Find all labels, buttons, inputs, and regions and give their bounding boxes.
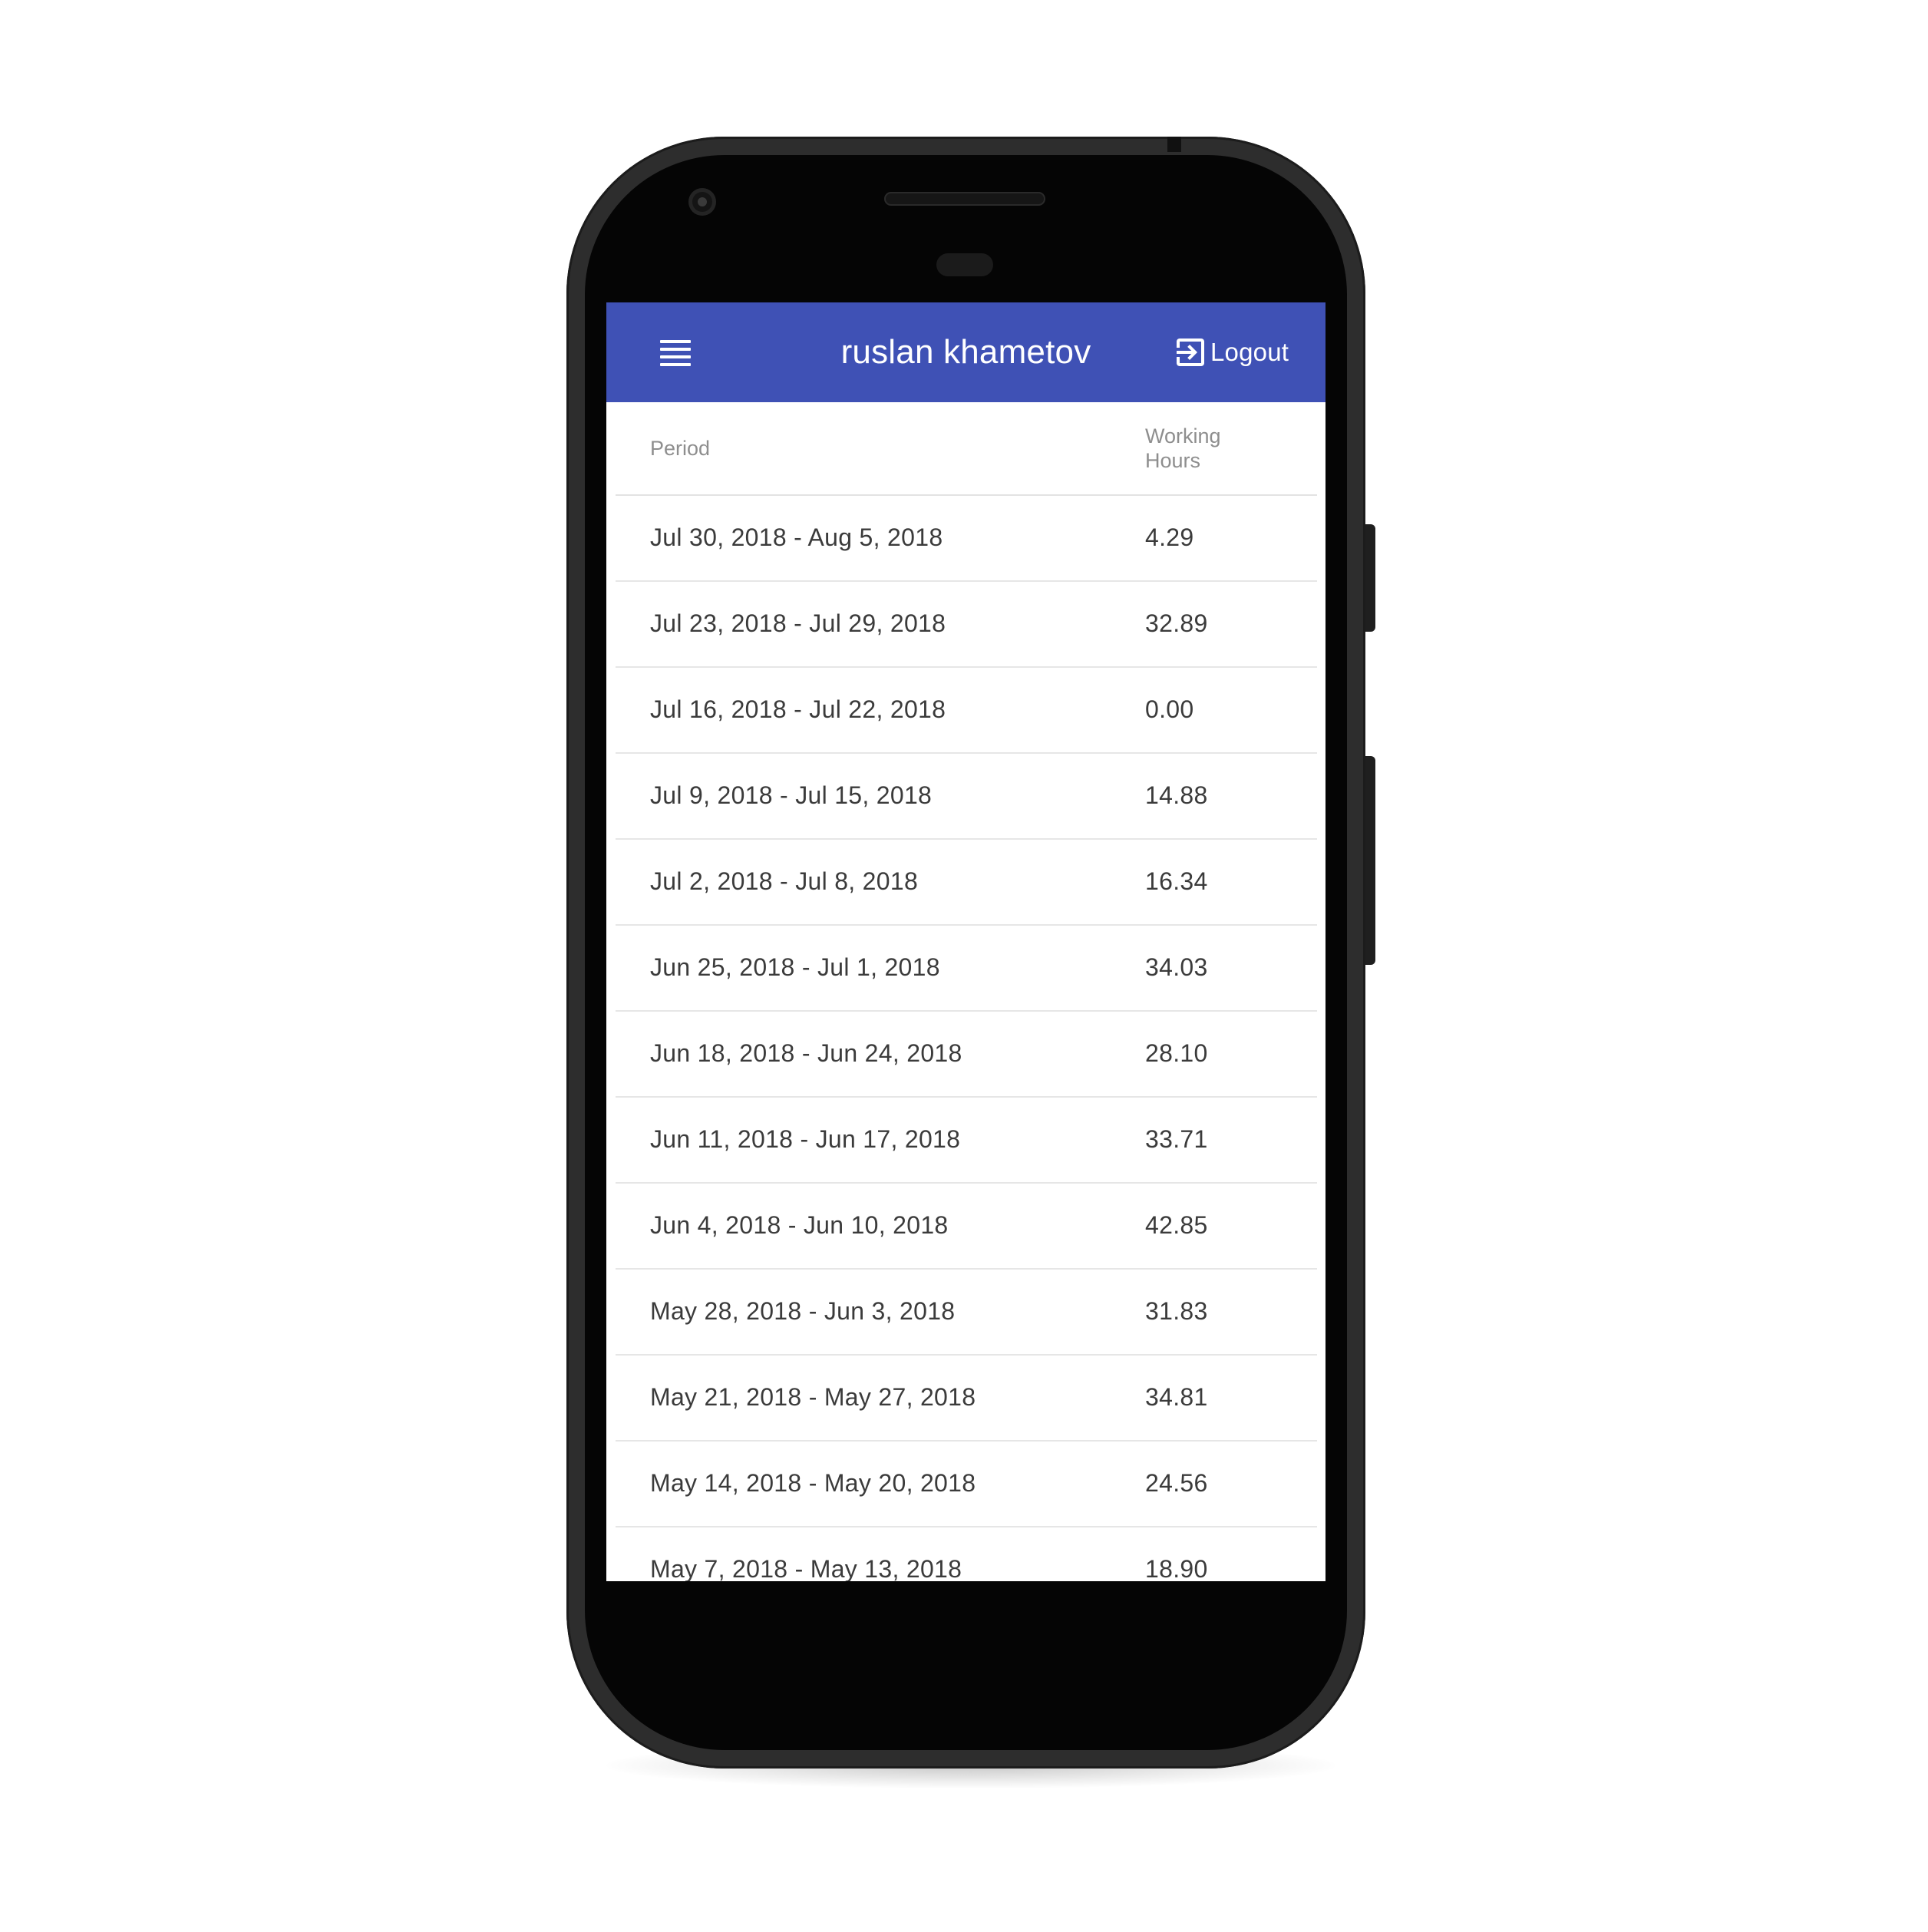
period-cell: Jun 4, 2018 - Jun 10, 2018 [650, 1211, 949, 1239]
page-title: ruslan khametov [840, 333, 1091, 371]
column-header-working-hours-line2: Hours [1145, 449, 1201, 472]
period-cell: Jul 30, 2018 - Aug 5, 2018 [650, 523, 943, 551]
hours-cell: 28.10 [1145, 1039, 1208, 1067]
period-cell: Jul 9, 2018 - Jul 15, 2018 [650, 781, 933, 809]
period-cell: Jun 25, 2018 - Jul 1, 2018 [650, 953, 940, 981]
hours-cell: 24.56 [1145, 1469, 1208, 1497]
period-cell: May 14, 2018 - May 20, 2018 [650, 1469, 976, 1497]
table-row[interactable]: Jul 9, 2018 - Jul 15, 2018 14.88 [616, 754, 1317, 840]
table-row[interactable]: May 21, 2018 - May 27, 2018 34.81 [616, 1356, 1317, 1442]
period-cell: Jul 16, 2018 - Jul 22, 2018 [650, 695, 946, 723]
hours-cell: 4.29 [1145, 523, 1194, 551]
front-camera-icon [688, 188, 716, 216]
table-row[interactable]: Jun 25, 2018 - Jul 1, 2018 34.03 [616, 926, 1317, 1012]
hours-cell: 33.71 [1145, 1125, 1208, 1153]
table-row[interactable]: May 7, 2018 - May 13, 2018 18.90 [616, 1527, 1317, 1581]
period-cell: May 21, 2018 - May 27, 2018 [650, 1383, 976, 1411]
working-hours-table: Period Working Hours Jul 30, 2018 - Aug … [616, 402, 1317, 1581]
period-cell: Jun 11, 2018 - Jun 17, 2018 [650, 1125, 961, 1153]
phone-screen: ruslan khametov Logout Period Working Ho… [606, 302, 1326, 1581]
hours-cell: 34.81 [1145, 1383, 1208, 1411]
period-cell: Jul 2, 2018 - Jul 8, 2018 [650, 867, 919, 895]
table-row[interactable]: May 28, 2018 - Jun 3, 2018 31.83 [616, 1270, 1317, 1356]
phone-antenna-line [1167, 137, 1181, 152]
hours-cell: 0.00 [1145, 695, 1194, 723]
hours-cell: 42.85 [1145, 1211, 1208, 1239]
period-cell: Jun 18, 2018 - Jun 24, 2018 [650, 1039, 962, 1067]
app-bar: ruslan khametov Logout [606, 302, 1326, 402]
table-row[interactable]: Jul 16, 2018 - Jul 22, 2018 0.00 [616, 668, 1317, 754]
period-cell: May 28, 2018 - Jun 3, 2018 [650, 1297, 956, 1325]
period-cell: May 7, 2018 - May 13, 2018 [650, 1555, 962, 1581]
proximity-sensor [936, 253, 993, 276]
logout-button[interactable]: Logout [1172, 331, 1289, 374]
hours-cell: 18.90 [1145, 1555, 1208, 1581]
table-row[interactable]: Jul 30, 2018 - Aug 5, 2018 4.29 [616, 496, 1317, 582]
table-row[interactable]: Jun 4, 2018 - Jun 10, 2018 42.85 [616, 1184, 1317, 1270]
logout-label: Logout [1210, 338, 1289, 366]
table-row[interactable]: Jun 11, 2018 - Jun 17, 2018 33.71 [616, 1098, 1317, 1184]
power-button [1365, 524, 1375, 632]
table-row[interactable]: Jun 18, 2018 - Jun 24, 2018 28.10 [616, 1012, 1317, 1098]
hours-cell: 16.34 [1145, 867, 1208, 895]
table-row[interactable]: Jul 23, 2018 - Jul 29, 2018 32.89 [616, 582, 1317, 668]
hours-cell: 14.88 [1145, 781, 1208, 809]
column-header-working-hours[interactable]: Working Hours [1145, 424, 1253, 473]
hamburger-menu-icon[interactable] [660, 339, 694, 366]
volume-button [1365, 756, 1375, 965]
period-cell: Jul 23, 2018 - Jul 29, 2018 [650, 609, 946, 637]
hours-cell: 31.83 [1145, 1297, 1208, 1325]
exit-to-app-icon [1177, 339, 1204, 366]
column-header-period[interactable]: Period [650, 437, 710, 461]
table-row[interactable]: Jul 2, 2018 - Jul 8, 2018 16.34 [616, 840, 1317, 926]
table-row[interactable]: May 14, 2018 - May 20, 2018 24.56 [616, 1442, 1317, 1527]
earpiece-speaker [884, 192, 1045, 206]
hours-cell: 34.03 [1145, 953, 1208, 981]
hours-cell: 32.89 [1145, 609, 1208, 637]
table-header: Period Working Hours [616, 402, 1317, 496]
column-header-working-hours-line1: Working [1145, 424, 1221, 447]
